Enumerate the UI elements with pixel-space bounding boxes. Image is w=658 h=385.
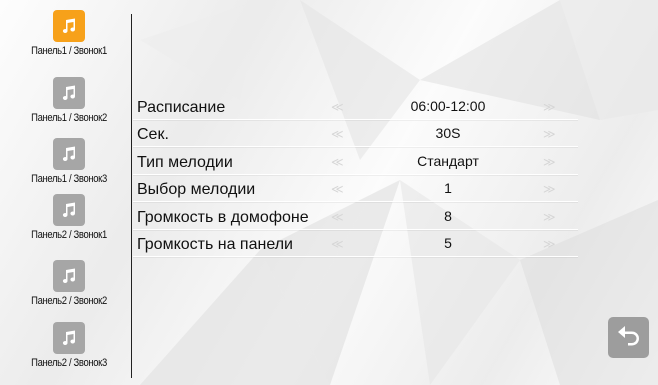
setting-value: 8 xyxy=(444,207,452,224)
decrease-arrow-icon[interactable]: ≪ xyxy=(331,127,343,141)
sidebar-item-label: Панель1 / Звонок1 xyxy=(31,45,107,57)
decrease-arrow-icon[interactable]: ≪ xyxy=(331,182,343,196)
music-note-icon xyxy=(53,322,85,354)
setting-label: Выбор мелодии xyxy=(137,181,256,198)
back-arrow-icon xyxy=(616,324,642,351)
setting-row-melody-choice: Выбор мелодии ≪ 1 ≫ xyxy=(133,175,578,202)
setting-row-melody-type: Тип мелодии ≪ Стандарт ≫ xyxy=(133,147,578,175)
sidebar-item-label: Панель2 / Звонок2 xyxy=(31,295,107,307)
decrease-arrow-icon[interactable]: ≪ xyxy=(331,155,343,169)
music-note-icon xyxy=(53,260,85,292)
setting-label: Расписание xyxy=(137,98,226,116)
decrease-arrow-icon[interactable]: ≪ xyxy=(331,237,343,251)
back-button[interactable] xyxy=(608,317,649,358)
music-note-icon xyxy=(53,138,85,170)
increase-arrow-icon[interactable]: ≫ xyxy=(543,210,555,224)
setting-value: 30S xyxy=(435,125,461,141)
setting-row-panel-volume: Громкость на панели ≪ 5 ≫ xyxy=(133,230,578,257)
setting-value: 06:00-12:00 xyxy=(410,97,486,114)
increase-arrow-icon[interactable]: ≫ xyxy=(543,100,555,114)
music-note-icon xyxy=(53,194,85,226)
setting-row-seconds: Сек. ≪ 30S ≫ xyxy=(133,120,578,147)
increase-arrow-icon[interactable]: ≫ xyxy=(543,237,555,251)
music-note-icon xyxy=(53,77,85,109)
setting-value: Стандарт xyxy=(417,152,479,169)
setting-label: Громкость в домофоне xyxy=(137,208,309,226)
setting-row-intercom-volume: Громкость в домофоне ≪ 8 ≫ xyxy=(133,202,578,230)
sidebar-item-panel2-bell3[interactable]: Панель2 / Звонок3 xyxy=(8,322,130,369)
increase-arrow-icon[interactable]: ≫ xyxy=(543,127,555,141)
setting-value: 5 xyxy=(444,235,452,251)
increase-arrow-icon[interactable]: ≫ xyxy=(543,182,555,196)
setting-label: Тип мелодии xyxy=(137,153,233,171)
sidebar-item-label: Панель2 / Звонок3 xyxy=(31,357,107,369)
sidebar-item-panel2-bell2[interactable]: Панель2 / Звонок2 xyxy=(8,260,130,307)
decrease-arrow-icon[interactable]: ≪ xyxy=(331,100,343,114)
settings-list: Расписание ≪ 06:00-12:00 ≫ Сек. ≪ 30S ≫ … xyxy=(133,92,578,257)
sidebar-item-panel1-bell3[interactable]: Панель1 / Звонок3 xyxy=(8,138,130,185)
sidebar-item-panel1-bell1[interactable]: Панель1 / Звонок1 xyxy=(8,10,130,57)
sidebar-item-label: Панель2 / Звонок1 xyxy=(31,229,107,241)
sidebar-divider xyxy=(131,14,132,378)
sidebar: Панель1 / Звонок1 Панель1 / Звонок2 Пане… xyxy=(8,10,130,380)
sidebar-item-panel2-bell1[interactable]: Панель2 / Звонок1 xyxy=(8,194,130,241)
sidebar-item-label: Панель1 / Звонок2 xyxy=(31,112,107,124)
sidebar-item-panel1-bell2[interactable]: Панель1 / Звонок2 xyxy=(8,77,130,124)
decrease-arrow-icon[interactable]: ≪ xyxy=(331,210,343,224)
setting-label: Громкость на панели xyxy=(137,236,293,253)
setting-value: 1 xyxy=(444,180,452,196)
increase-arrow-icon[interactable]: ≫ xyxy=(543,155,555,169)
music-note-icon xyxy=(53,10,85,42)
setting-row-schedule: Расписание ≪ 06:00-12:00 ≫ xyxy=(133,92,578,120)
sidebar-item-label: Панель1 / Звонок3 xyxy=(31,173,107,185)
setting-label: Сек. xyxy=(137,126,169,143)
